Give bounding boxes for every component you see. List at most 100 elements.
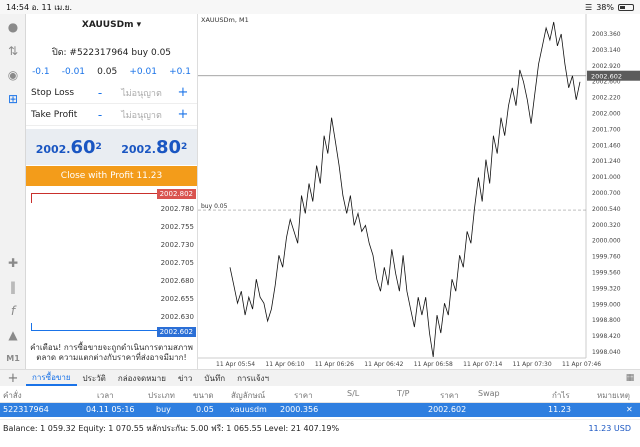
status-time: 14:54 [6, 2, 30, 12]
col-tp[interactable]: T/P [397, 389, 409, 398]
close-with-profit-button[interactable]: Close with Profit 11.23 [26, 166, 197, 186]
y-tick-label: 2001.700 [592, 126, 621, 133]
col-time[interactable]: เวลา [97, 389, 114, 402]
ladder-level: 2002.755 [160, 223, 194, 231]
crosshair-icon[interactable]: ✚ [4, 254, 22, 272]
bid-bracket [31, 323, 165, 331]
quote-prices: 2002.602 2002.802 [26, 129, 197, 165]
volume-value[interactable]: 0.05 [97, 67, 117, 77]
x-tick-label: 11 Apr 06:58 [414, 361, 453, 368]
col-symbol[interactable]: สัญลักษณ์ [231, 389, 265, 402]
table-row[interactable]: 522317964 04.11 05:16 buy 0.05 xauusdm 2… [0, 403, 640, 417]
step-plus-0-01[interactable]: +0.01 [129, 67, 157, 77]
symbol-selector[interactable]: XAUUSDm ▾ [26, 20, 197, 30]
tab-mailbox[interactable]: กล่องจดหมาย [112, 372, 172, 385]
tab-trade[interactable]: การซื้อขาย [26, 371, 77, 386]
symbol-name: XAUUSDm [81, 20, 134, 30]
price-chart[interactable]: 2003.360 2003.140 2002.920 2002.600 2002.220… [197, 14, 640, 369]
trade-table-header: คำสั่ง เวลา ประเภท ขนาด สัญลักษณ์ ราคา S… [0, 386, 640, 403]
close-position-icon[interactable]: ✕ [626, 405, 633, 414]
y-tick-label: 2001.240 [592, 158, 621, 165]
ladder-level: 2002.705 [160, 259, 194, 267]
take-profit-row: Take Profit - ไม่อนุญาต + [26, 104, 197, 126]
cell-time: 04.11 05:16 [86, 405, 135, 414]
take-profit-label: Take Profit [31, 109, 78, 120]
col-current-price[interactable]: ราคา [440, 389, 459, 402]
col-type[interactable]: ประเภท [148, 389, 175, 402]
layout-icon[interactable]: ▦ [620, 373, 640, 383]
y-tick-label: 1998.420 [592, 333, 621, 340]
take-profit-plus-button[interactable]: + [174, 107, 192, 122]
chart-canvas[interactable]: 2003.3602003.1402002.9202002.6002002.220… [198, 14, 640, 369]
take-profit-minus-button[interactable]: - [91, 108, 109, 122]
y-tick-label: 1999.560 [592, 270, 621, 277]
y-tick-label: 2002.000 [592, 111, 621, 118]
x-tick-label: 11 Apr 07:46 [562, 361, 601, 368]
col-note[interactable]: หมายเหตุ [597, 389, 630, 402]
status-bar: 14:54 อ. 11 เม.ย. ☰ 38% [0, 0, 640, 14]
x-tick-label: 11 Apr 07:30 [513, 361, 552, 368]
y-tick-label: 1998.040 [592, 349, 621, 356]
col-swap[interactable]: Swap [478, 389, 500, 398]
ladder-level: 2002.655 [160, 295, 194, 303]
tab-history[interactable]: ประวัติ [77, 372, 112, 385]
step-minus-0-1[interactable]: -0.1 [32, 67, 50, 77]
col-price[interactable]: ราคา [294, 389, 313, 402]
order-panel: XAUUSDm ▾ ปิด: #522317964 buy 0.05 -0.1 … [26, 14, 197, 369]
stop-loss-value[interactable]: ไม่อนุญาต [109, 86, 174, 100]
account-icon[interactable]: ● [4, 18, 22, 36]
chart-title: XAUUSDm, M1 [201, 16, 249, 24]
price-series-line [229, 21, 581, 358]
col-sl[interactable]: S/L [347, 389, 359, 398]
x-tick-label: 11 Apr 06:10 [265, 361, 304, 368]
volume-stepper: -0.1 -0.01 0.05 +0.01 +0.1 [26, 67, 197, 77]
price-ladder: 2002.802 2002.780 2002.755 2002.730 2002… [31, 189, 196, 341]
add-icon[interactable]: + [0, 371, 26, 386]
stop-loss-row: Stop Loss - ไม่อนุญาต + [26, 82, 197, 104]
objects-icon[interactable]: ▲ [4, 326, 22, 344]
indicator-icon[interactable]: f [4, 302, 22, 320]
ladder-level: 2002.680 [160, 277, 194, 285]
balance-summary: Balance: 1 059.32 Equity: 1 070.55 หลักป… [3, 423, 340, 433]
order-level-label: buy 0.05 [201, 203, 228, 210]
battery-percent: 38% [596, 2, 614, 12]
stop-loss-minus-button[interactable]: - [91, 86, 109, 100]
tab-news[interactable]: ข่าว [172, 372, 198, 385]
candles-icon[interactable]: ‖ [4, 278, 22, 296]
ladder-level: 2002.730 [160, 241, 194, 249]
col-size[interactable]: ขนาด [193, 389, 214, 402]
x-tick-label: 11 Apr 06:26 [315, 361, 354, 368]
position-info: ปิด: #522317964 buy 0.05 [51, 48, 172, 58]
take-profit-value[interactable]: ไม่อนุญาต [109, 108, 174, 122]
left-toolbar: ● ⇅ ◉ ⊞ ✚ ‖ f ▲ M1 [0, 14, 26, 369]
y-tick-label: 2001.000 [592, 174, 621, 181]
y-tick-label: 2000.320 [592, 222, 621, 229]
cell-type: buy [156, 405, 171, 414]
execution-warning: คำเตือน! การซื้อขายจะถูกดำเนินการตามสภาพ… [30, 343, 193, 362]
y-tick-label: 2002.220 [592, 95, 621, 102]
ask-bracket [31, 193, 165, 203]
status-date: อ. 11 เม.ย. [31, 2, 73, 12]
y-tick-label: 2000.700 [592, 190, 621, 197]
account-balance: Balance: 1 059.32 Equity: 1 070.55 หลักป… [0, 419, 640, 436]
tab-alerts[interactable]: การแจ้งฯ [231, 372, 275, 385]
ask-price: 2002.802 [121, 136, 188, 158]
trade-arrows-icon[interactable]: ⇅ [4, 42, 22, 60]
chevron-down-icon: ▾ [136, 20, 142, 30]
step-plus-0-1[interactable]: +0.1 [169, 67, 191, 77]
y-tick-label: 2002.920 [592, 63, 621, 70]
y-tick-label: 2003.360 [592, 31, 621, 38]
chat-icon[interactable]: ◉ [4, 66, 22, 84]
step-minus-0-01[interactable]: -0.01 [62, 67, 85, 77]
col-order[interactable]: คำสั่ง [3, 389, 22, 402]
new-order-icon[interactable]: ⊞ [4, 90, 22, 108]
y-tick-label: 2000.540 [592, 206, 621, 213]
col-profit[interactable]: กำไร [552, 389, 570, 402]
total-profit: 11.23 USD [588, 423, 631, 433]
tab-journal[interactable]: บันทึก [198, 372, 231, 385]
x-tick-label: 11 Apr 07:14 [463, 361, 502, 368]
timeframe-icon[interactable]: M1 [4, 349, 22, 367]
ladder-level: 2002.780 [160, 205, 194, 213]
stop-loss-plus-button[interactable]: + [174, 85, 192, 100]
cell-current-price: 2002.602 [428, 405, 467, 414]
